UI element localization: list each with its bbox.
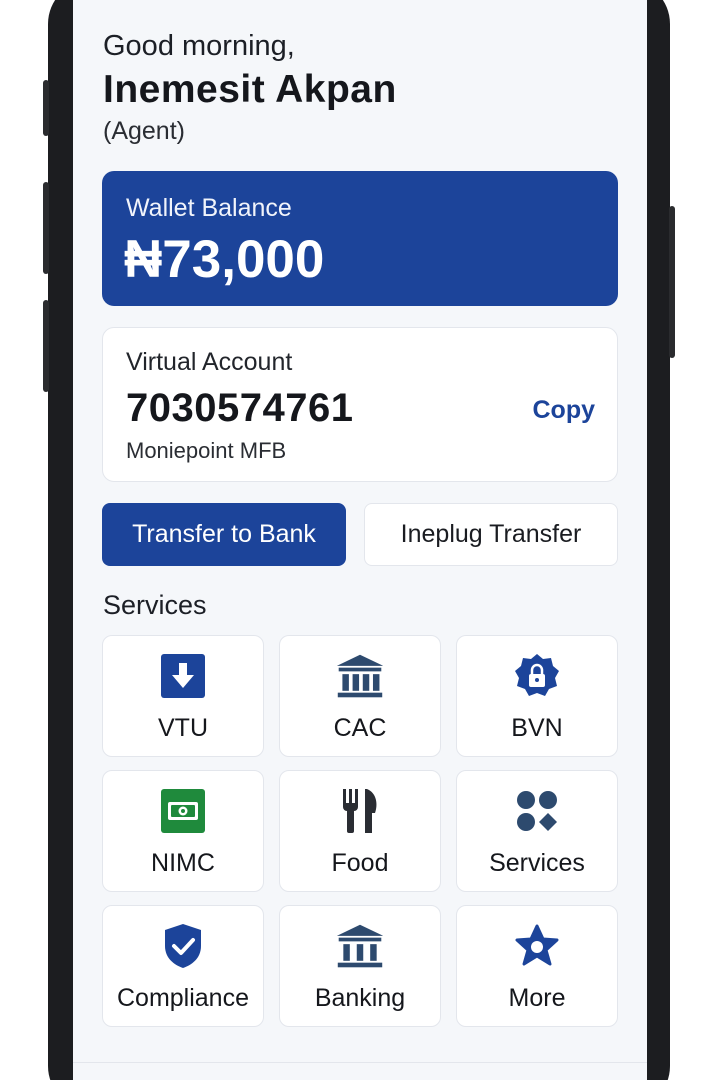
lock-badge-icon (512, 652, 562, 700)
user-name: Inemesit Akpan (103, 68, 397, 111)
shield-check-icon (158, 922, 208, 970)
bank-icon (335, 922, 385, 970)
service-label: Banking (314, 984, 406, 1012)
star-icon (512, 922, 562, 970)
service-label: BVN (511, 714, 563, 742)
service-label: VTU (158, 714, 208, 742)
app-screen: Good morning, Inemesit Akpan (Agent) Wal… (73, 0, 647, 1080)
wallet-balance-card: Wallet Balance ₦73,000 (102, 171, 618, 306)
service-tile-services[interactable]: Services (456, 770, 618, 892)
service-tile-cac[interactable]: CAC (279, 635, 441, 757)
bank-icon (335, 652, 385, 700)
grid-icon (512, 787, 562, 835)
service-tile-nimc[interactable]: NIMC (102, 770, 264, 892)
services-heading: Services (103, 590, 207, 620)
user-role: (Agent) (103, 117, 185, 145)
ineplug-transfer-button[interactable]: Ineplug Transfer (364, 503, 618, 566)
divider (73, 1062, 647, 1063)
virtual-account-label: Virtual Account (126, 348, 293, 376)
wallet-balance-label: Wallet Balance (126, 194, 292, 222)
side-button (43, 300, 49, 392)
side-button (43, 182, 49, 274)
id-card-icon (158, 787, 208, 835)
service-tile-compliance[interactable]: Compliance (102, 905, 264, 1027)
side-button (669, 206, 675, 358)
service-label: Compliance (116, 984, 249, 1012)
service-tile-banking[interactable]: Banking (279, 905, 441, 1027)
virtual-account-card: Virtual Account 7030574761 Moniepoint MF… (102, 327, 618, 482)
service-label: CAC (333, 714, 387, 742)
fork-knife-icon (335, 787, 385, 835)
service-label: More (508, 984, 566, 1012)
greeting-text: Good morning, (103, 30, 295, 62)
copy-account-button[interactable]: Copy (533, 396, 596, 425)
transfer-to-bank-button[interactable]: Transfer to Bank (102, 503, 346, 566)
service-tile-food[interactable]: Food (279, 770, 441, 892)
wallet-balance-amount: ₦73,000 (124, 230, 325, 289)
service-tile-more[interactable]: More (456, 905, 618, 1027)
service-tile-bvn[interactable]: BVN (456, 635, 618, 757)
virtual-account-bank: Moniepoint MFB (126, 438, 287, 463)
service-tile-vtu[interactable]: VTU (102, 635, 264, 757)
service-label: Services (489, 849, 585, 877)
download-icon (158, 652, 208, 700)
side-button (43, 80, 49, 136)
virtual-account-number: 7030574761 (126, 386, 354, 430)
service-label: NIMC (151, 849, 215, 877)
service-label: Food (331, 849, 389, 877)
